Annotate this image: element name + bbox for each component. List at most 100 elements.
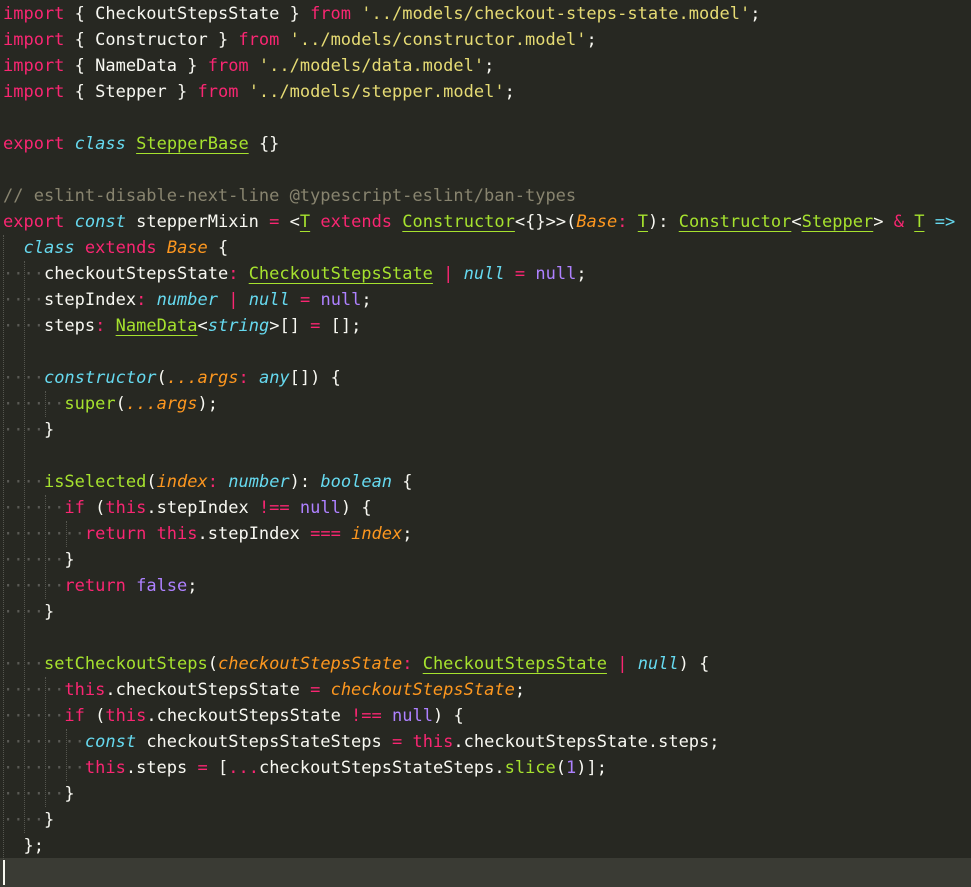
code-token: ( (115, 394, 126, 414)
code-token: this (84, 758, 126, 778)
whitespace-marker: ···· (3, 602, 44, 622)
code-token: null (392, 706, 433, 726)
code-token: extends (320, 212, 393, 232)
code-token: null (535, 264, 577, 284)
code-token: constructor (43, 368, 157, 388)
code-line[interactable]: }; (3, 833, 44, 859)
whitespace-marker: ······ (3, 576, 65, 596)
code-token: } (43, 420, 55, 440)
code-token: '../models/constructor.model' (289, 30, 587, 50)
code-token: : (228, 264, 239, 284)
code-token: T (637, 212, 649, 232)
code-token: ): (289, 472, 321, 492)
code-token: ( (146, 472, 157, 492)
code-token: null (248, 290, 290, 310)
code-token: from (310, 4, 352, 24)
code-line[interactable]: ····constructor(...args: any[]) { (3, 365, 341, 391)
code-line[interactable]: ····isSelected(index: number): boolean { (3, 469, 413, 495)
code-line[interactable]: ········const checkoutStepsStateSteps = … (3, 729, 720, 755)
code-token: Base (576, 212, 618, 232)
whitespace-marker: ···· (3, 264, 44, 284)
code-line[interactable]: import { CheckoutStepsState } from '../m… (3, 1, 760, 27)
code-line[interactable]: ····setCheckoutSteps(checkoutStepsState:… (3, 651, 709, 677)
code-token: null (463, 264, 505, 284)
code-token: false (136, 576, 188, 596)
code-token: import (3, 82, 65, 102)
code-token: = (269, 212, 280, 232)
code-token: .stepIndex (197, 524, 311, 544)
code-line[interactable]: ······super(...args); (3, 391, 218, 417)
code-token: === (310, 524, 341, 544)
code-token: const (84, 732, 137, 752)
code-line[interactable]: ····} (3, 807, 54, 833)
code-token: }; (23, 836, 44, 856)
code-line[interactable]: ······if (this.checkoutStepsState !== nu… (3, 703, 464, 729)
code-token: string (207, 316, 270, 336)
code-token: !== (351, 706, 382, 726)
code-token: from (207, 56, 249, 76)
code-line[interactable]: ······this.checkoutStepsState = checkout… (3, 677, 525, 703)
code-token: ... (228, 758, 259, 778)
whitespace-marker: ········ (3, 732, 85, 752)
code-token: : (617, 212, 628, 232)
code-line[interactable]: ····steps: NameData<string>[] = []; (3, 313, 361, 339)
code-line[interactable]: export const stepperMixin = <T extends C… (3, 209, 955, 235)
code-token: !== (258, 498, 290, 518)
code-line[interactable]: // eslint-disable-next-line @typescript-… (3, 183, 576, 209)
code-line[interactable]: class extends Base { (3, 235, 228, 261)
code-token: } (64, 550, 75, 570)
whitespace-marker: ···· (3, 290, 44, 310)
code-token: this (64, 680, 106, 700)
code-line[interactable]: ········this.steps = [...checkoutStepsSt… (3, 755, 607, 781)
code-token: ( (207, 654, 218, 674)
code-line[interactable]: ······} (3, 547, 75, 573)
code-token: { (207, 238, 229, 258)
code-token: } (43, 602, 55, 622)
code-line[interactable]: import { Constructor } from '../models/c… (3, 27, 597, 53)
code-line[interactable]: ········return this.stepIndex === index; (3, 521, 413, 547)
code-token: | (228, 290, 239, 310)
code-token: number (228, 472, 290, 492)
code-token: from (238, 30, 280, 50)
code-token: : (95, 316, 106, 336)
code-token: .checkoutStepsState.steps; (453, 732, 720, 752)
code-token: { (392, 472, 413, 492)
code-token: this (105, 706, 147, 726)
code-line[interactable]: export class StepperBase {} (3, 131, 279, 157)
code-line[interactable]: ····} (3, 599, 54, 625)
code-line[interactable]: ······} (3, 781, 75, 807)
code-token: : (207, 472, 218, 492)
code-line[interactable]: ····} (3, 417, 54, 443)
code-token: ) { (340, 498, 372, 518)
code-token: ; (750, 4, 761, 24)
code-token: if (64, 706, 85, 726)
code-token: ; (576, 264, 587, 284)
code-line[interactable]: import { Stepper } from '../models/stepp… (3, 79, 515, 105)
whitespace-marker: ···· (3, 316, 44, 336)
code-line[interactable]: ······if (this.stepIndex !== null) { (3, 495, 372, 521)
code-token: ) { (432, 706, 464, 726)
code-line[interactable]: ······return false; (3, 573, 198, 599)
code-token: => (934, 212, 956, 232)
code-token: CheckoutStepsState (248, 264, 433, 284)
code-token: { Stepper } (64, 82, 198, 102)
code-editor[interactable]: import { CheckoutStepsState } from '../m… (0, 0, 971, 887)
code-line[interactable]: ····checkoutStepsState: CheckoutStepsSta… (3, 261, 587, 287)
code-token: <{}>>( (514, 212, 577, 232)
code-line[interactable]: import { NameData } from '../models/data… (3, 53, 494, 79)
code-line[interactable]: ····stepIndex: number | null = null; (3, 287, 372, 313)
whitespace-marker: ···· (3, 420, 44, 440)
code-token: steps (43, 316, 96, 336)
